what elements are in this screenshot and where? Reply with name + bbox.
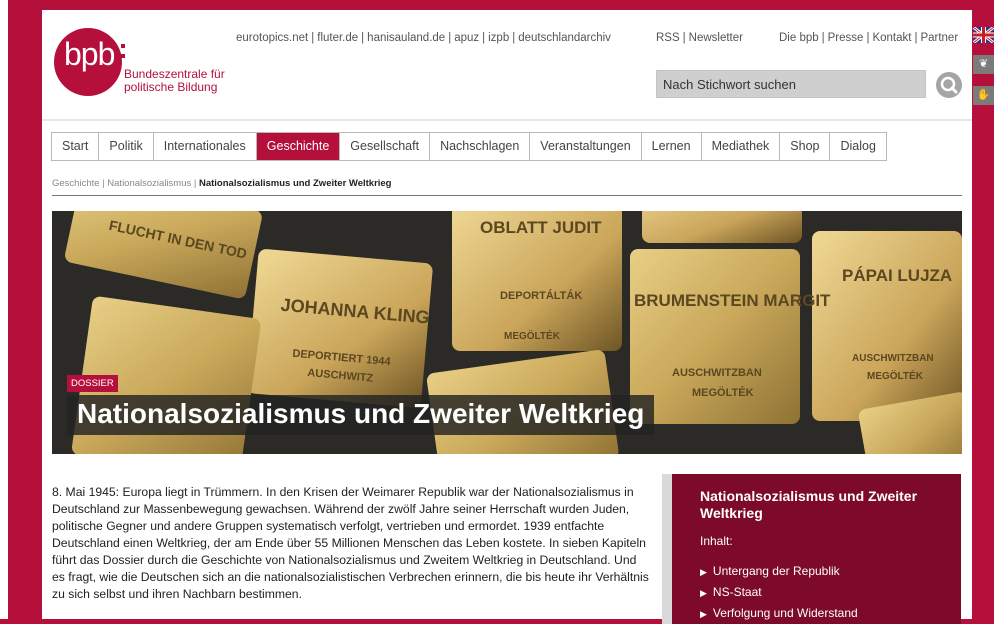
link-fluter[interactable]: fluter.de bbox=[317, 32, 358, 44]
nav-veranstaltungen[interactable]: Veranstaltungen bbox=[530, 133, 642, 160]
link-eurotopics[interactable]: eurotopics.net bbox=[236, 32, 308, 44]
accessibility-icon[interactable]: ❦ bbox=[973, 55, 994, 74]
toc-title[interactable]: Nationalsozialismus und Zweiter Weltkrie… bbox=[700, 488, 940, 522]
toc-item-label: Untergang der Republik bbox=[712, 564, 840, 578]
hero-title[interactable]: Nationalsozialismus und Zweiter Weltkrie… bbox=[67, 395, 655, 435]
svg-text:MEGÖLTÉK: MEGÖLTÉK bbox=[692, 386, 754, 399]
left-window-edge bbox=[0, 0, 8, 619]
hero-banner[interactable]: FLUCHT IN DEN TOD JOHANNA KLING DEPORTIE… bbox=[52, 211, 962, 454]
svg-text:DEPORTÁLTÁK: DEPORTÁLTÁK bbox=[500, 289, 582, 302]
toc-list: ▶ Untergang der Republik ▶ NS-Staat ▶ Verfo… bbox=[700, 564, 858, 624]
nav-gesellschaft[interactable]: Gesellschaft bbox=[340, 133, 431, 160]
toc-item-label: NS-Staat bbox=[712, 585, 762, 599]
svg-text:AUSCHWITZBAN: AUSCHWITZBAN bbox=[672, 367, 762, 379]
arrow-right-icon: ▶ bbox=[700, 609, 707, 619]
service-links: RSS | Newsletter bbox=[656, 32, 743, 44]
svg-text:MEGÖLTÉK: MEGÖLTÉK bbox=[867, 369, 924, 382]
partner-links: eurotopics.net | fluter.de | hanisauland.de |… bbox=[236, 32, 611, 44]
dossier-tag: DOSSIER bbox=[67, 375, 118, 392]
svg-text:PÁPAI LUJZA: PÁPAI LUJZA bbox=[842, 266, 952, 285]
toc-item-verfolgung[interactable]: ▶ Verfolgung und Widerstand bbox=[700, 606, 858, 624]
nav-nachschlagen[interactable]: Nachschlagen bbox=[430, 133, 531, 160]
nav-mediathek[interactable]: Mediathek bbox=[702, 133, 781, 160]
intro-text: 8. Mai 1945: Europa liegt in Trümmern. I… bbox=[52, 485, 649, 601]
link-apuz[interactable]: apuz bbox=[454, 32, 479, 44]
nav-geschichte[interactable]: Geschichte bbox=[256, 133, 341, 160]
main-navigation: Start Politik Internationales Geschichte… bbox=[51, 132, 887, 161]
breadcrumb-nationalsozialismus[interactable]: Nationalsozialismus bbox=[107, 178, 191, 189]
nav-dialog[interactable]: Dialog bbox=[830, 133, 887, 160]
link-partner[interactable]: Partner bbox=[920, 32, 958, 44]
link-deutschlandarchiv[interactable]: deutschlandarchiv bbox=[518, 32, 611, 44]
page-container: bpb Bundeszentrale für politische Bildun… bbox=[42, 10, 972, 624]
arrow-right-icon: ▶ bbox=[700, 588, 707, 598]
svg-text:AUSCHWITZBAN: AUSCHWITZBAN bbox=[852, 353, 934, 364]
nav-shop[interactable]: Shop bbox=[780, 133, 831, 160]
search-icon bbox=[940, 76, 958, 94]
svg-text:OBLATT JUDIT: OBLATT JUDIT bbox=[480, 218, 602, 237]
header-divider bbox=[42, 119, 972, 121]
logo-colon bbox=[121, 44, 125, 60]
link-kontakt[interactable]: Kontakt bbox=[872, 32, 911, 44]
nav-start[interactable]: Start bbox=[52, 133, 100, 160]
logo-subtitle: Bundeszentrale für politische Bildung bbox=[124, 68, 225, 94]
toc-item-label: Verfolgung und Widerstand bbox=[712, 606, 858, 620]
nav-lernen[interactable]: Lernen bbox=[642, 133, 702, 160]
english-flag-icon[interactable] bbox=[973, 27, 994, 43]
link-die-bpb[interactable]: Die bpb bbox=[779, 32, 819, 44]
sidebar-shadow bbox=[662, 474, 672, 624]
toc-item-ns-staat[interactable]: ▶ NS-Staat bbox=[700, 585, 858, 606]
arrow-right-icon: ▶ bbox=[700, 567, 707, 577]
dossier-toc-box: Nationalsozialismus und Zweiter Weltkrie… bbox=[672, 474, 961, 624]
breadcrumb-current: Nationalsozialismus und Zweiter Weltkrie… bbox=[198, 178, 392, 189]
link-izpb[interactable]: izpb bbox=[488, 32, 509, 44]
breadcrumb: Geschichte | Nationalsozialismus | Natio… bbox=[52, 178, 392, 189]
logo-subtitle-line2: politische Bildung bbox=[124, 80, 218, 94]
link-presse[interactable]: Presse bbox=[828, 32, 864, 44]
toc-subtitle: Inhalt: bbox=[700, 534, 733, 548]
svg-text:MEGÖLTÉK: MEGÖLTÉK bbox=[504, 329, 561, 342]
breadcrumb-geschichte[interactable]: Geschichte bbox=[52, 178, 100, 189]
meta-links: Die bpb | Presse | Kontakt | Partner bbox=[779, 32, 959, 44]
link-newsletter[interactable]: Newsletter bbox=[689, 32, 743, 44]
link-rss[interactable]: RSS bbox=[656, 32, 680, 44]
nav-internationales[interactable]: Internationales bbox=[154, 133, 257, 160]
nav-politik[interactable]: Politik bbox=[99, 133, 154, 160]
search-input[interactable]: Nach Stichwort suchen bbox=[656, 70, 926, 98]
breadcrumb-divider bbox=[52, 195, 962, 196]
search-button[interactable] bbox=[936, 72, 962, 98]
link-hanisauland[interactable]: hanisauland.de bbox=[367, 32, 445, 44]
logo-text: bpb bbox=[64, 36, 115, 72]
svg-text:BRUMENSTEIN MARGIT: BRUMENSTEIN MARGIT bbox=[634, 291, 831, 310]
toc-item-untergang[interactable]: ▶ Untergang der Republik bbox=[700, 564, 858, 585]
sign-language-icon[interactable]: ✋ bbox=[973, 86, 994, 105]
